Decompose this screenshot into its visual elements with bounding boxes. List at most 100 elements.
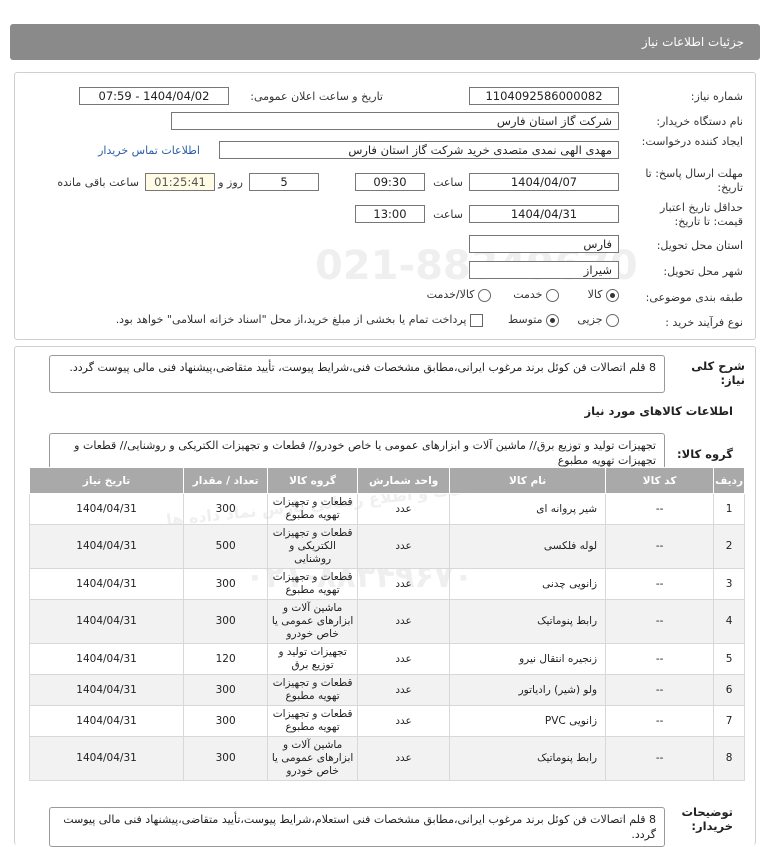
col-code-header: کد کالا [605,467,715,494]
col-name-header: نام کالا [449,467,607,494]
table-row: 7 -- زانویی PVC عدد قطعات و تجهیزات تهویه مط… [28,705,745,737]
col-qty-header: تعداد / مقدار [183,467,269,494]
col-unit-header: واحد شمارش [357,467,451,494]
col-date-header: تاریخ نیاز [28,467,185,494]
announce-field[interactable]: 1404/04/02 - 07:59 [79,87,229,105]
cell-date: 1404/04/31 [28,736,185,781]
table-row: 2 -- لوله فلکسی عدد قطعات و تجهیزات الکتریکی… [28,524,745,569]
cell-quantity: 120 [183,643,269,675]
need-number-field[interactable]: 1104092586000082 [469,87,619,105]
cell-group: قطعات و تجهیزات الکتریکی و روشنایی [267,524,359,569]
cell-date: 1404/04/31 [28,674,185,706]
radio-icon [546,288,559,302]
cell-name: شیر پروانه ای [449,493,607,525]
cell-code: -- [605,524,715,569]
buyer-notes-label: توضیحات خریدار: [681,805,734,833]
cell-date: 1404/04/31 [28,568,185,600]
remaining-time-field: 01:25:41 [145,173,215,191]
cell-quantity: 300 [183,493,269,525]
category-option-service-label: خدمت [513,288,543,301]
cell-group: قطعات و تجهیزات تهویه مطبوع [267,705,359,737]
cell-row-number: 6 [713,674,745,706]
cell-date: 1404/04/31 [28,524,185,569]
city-field[interactable]: شیراز [469,261,619,279]
category-option-goods-service[interactable]: کالا/خدمت [427,288,491,302]
cell-quantity: 300 [183,705,269,737]
remaining-label: ساعت باقی مانده [57,176,139,189]
cell-name: زانویی PVC [449,705,607,737]
city-label: شهر محل تحویل: [663,265,743,278]
contact-buyer-link[interactable]: اطلاعات تماس خریدار [98,144,200,157]
cell-row-number: 2 [713,524,745,569]
cell-group: قطعات و تجهیزات تهویه مطبوع [267,568,359,600]
cell-name: ولو (شیر) رادیاتور [449,674,607,706]
col-group-header: گروه کالا [267,467,359,494]
cell-code: -- [605,674,715,706]
cell-code: -- [605,599,715,644]
table-row: 6 -- ولو (شیر) رادیاتور عدد قطعات و تجهیزات … [28,674,745,706]
items-table: ردیف کد کالا نام کالا واحد شمارش گروه کا… [28,467,745,781]
cell-row-number: 3 [713,568,745,600]
cell-date: 1404/04/31 [28,599,185,644]
category-label: طبقه بندی موضوعی: [645,291,743,304]
cell-unit: عدد [357,493,451,525]
category-option-goods-service-label: کالا/خدمت [426,288,475,301]
table-row: 1 -- شیر پروانه ای عدد قطعات و تجهیزات تهویه… [28,493,745,525]
cell-row-number: 8 [713,736,745,781]
category-option-service[interactable]: خدمت [513,288,559,302]
treasury-checkbox-row[interactable]: پرداخت تمام یا بخشی از مبلغ خرید،از محل … [116,313,483,327]
days-field[interactable]: 5 [249,173,319,191]
cell-quantity: 300 [183,736,269,781]
purchase-option-medium[interactable]: متوسط [508,313,559,327]
days-label: روز و [218,176,243,189]
purchase-label: نوع فرآیند خرید : [665,316,743,329]
cell-date: 1404/04/31 [28,493,185,525]
table-row: 4 -- رابط پنوماتیک عدد ماشین آلات و ابزارهای… [28,599,745,644]
cell-quantity: 300 [183,599,269,644]
cell-group: تجهیزات تولید و توزیع برق [267,643,359,675]
validity-date-field[interactable]: 1404/04/31 [469,205,619,223]
category-option-goods[interactable]: کالا [588,288,619,302]
cell-row-number: 4 [713,599,745,644]
cell-row-number: 5 [713,643,745,675]
cell-unit: عدد [357,736,451,781]
cell-quantity: 500 [183,524,269,569]
province-field[interactable]: فارس [469,235,619,253]
treasury-checkbox[interactable] [470,313,483,327]
creator-label: ایجاد کننده درخواست: [641,135,743,148]
treasury-note: پرداخت تمام یا بخشی از مبلغ خرید،از محل … [115,313,467,326]
cell-group: قطعات و تجهیزات تهویه مطبوع [267,493,359,525]
cell-code: -- [605,568,715,600]
col-row-header: ردیف [713,467,745,494]
goods-info-title: اطلاعات کالاهای مورد نیاز [584,404,733,418]
cell-unit: عدد [357,674,451,706]
purchase-option-minor[interactable]: جزیی [577,313,619,327]
radio-icon [478,288,491,302]
cell-unit: عدد [357,524,451,569]
cell-unit: عدد [357,568,451,600]
buyer-field[interactable]: شرکت گاز استان فارس [171,112,619,130]
cell-name: لوله فلکسی [449,524,607,569]
validity-time-label: ساعت [433,208,463,221]
deadline-label: مهلت ارسال پاسخ: تا تاریخ: [645,167,743,194]
table-row: 5 -- زنجیره انتقال نیرو عدد تجهیزات تولید و … [28,643,745,675]
validity-time-field[interactable]: 13:00 [355,205,425,223]
cell-name: رابط پنوماتیک [449,736,607,781]
summary-text: 8 قلم اتصالات فن کوئل برند مرغوب ایرانی،… [49,355,665,393]
page-title: جزئیات اطلاعات نیاز [641,35,744,49]
purchase-option-minor-label: جزیی [577,313,603,326]
announce-label: تاریخ و ساعت اعلان عمومی: [250,90,383,103]
deadline-time-field[interactable]: 09:30 [355,173,425,191]
cell-name: رابط پنوماتیک [449,599,607,644]
need-info-panel: 021-88349670 شماره نیاز: 110409258600008… [14,72,756,340]
deadline-date-field[interactable]: 1404/04/07 [469,173,619,191]
category-option-goods-label: کالا [587,288,603,301]
creator-field[interactable]: مهدی الهی نمدی متصدی خرید شرکت گاز استان… [219,141,619,159]
summary-label: شرح کلی نیاز: [691,359,745,387]
cell-code: -- [605,705,715,737]
deadline-time-label: ساعت [433,176,463,189]
cell-date: 1404/04/31 [28,705,185,737]
cell-unit: عدد [357,599,451,644]
cell-group: ماشین آلات و ابزارهای عمومی یا خاص خودرو [267,736,359,781]
page-header: جزئیات اطلاعات نیاز [10,24,760,60]
